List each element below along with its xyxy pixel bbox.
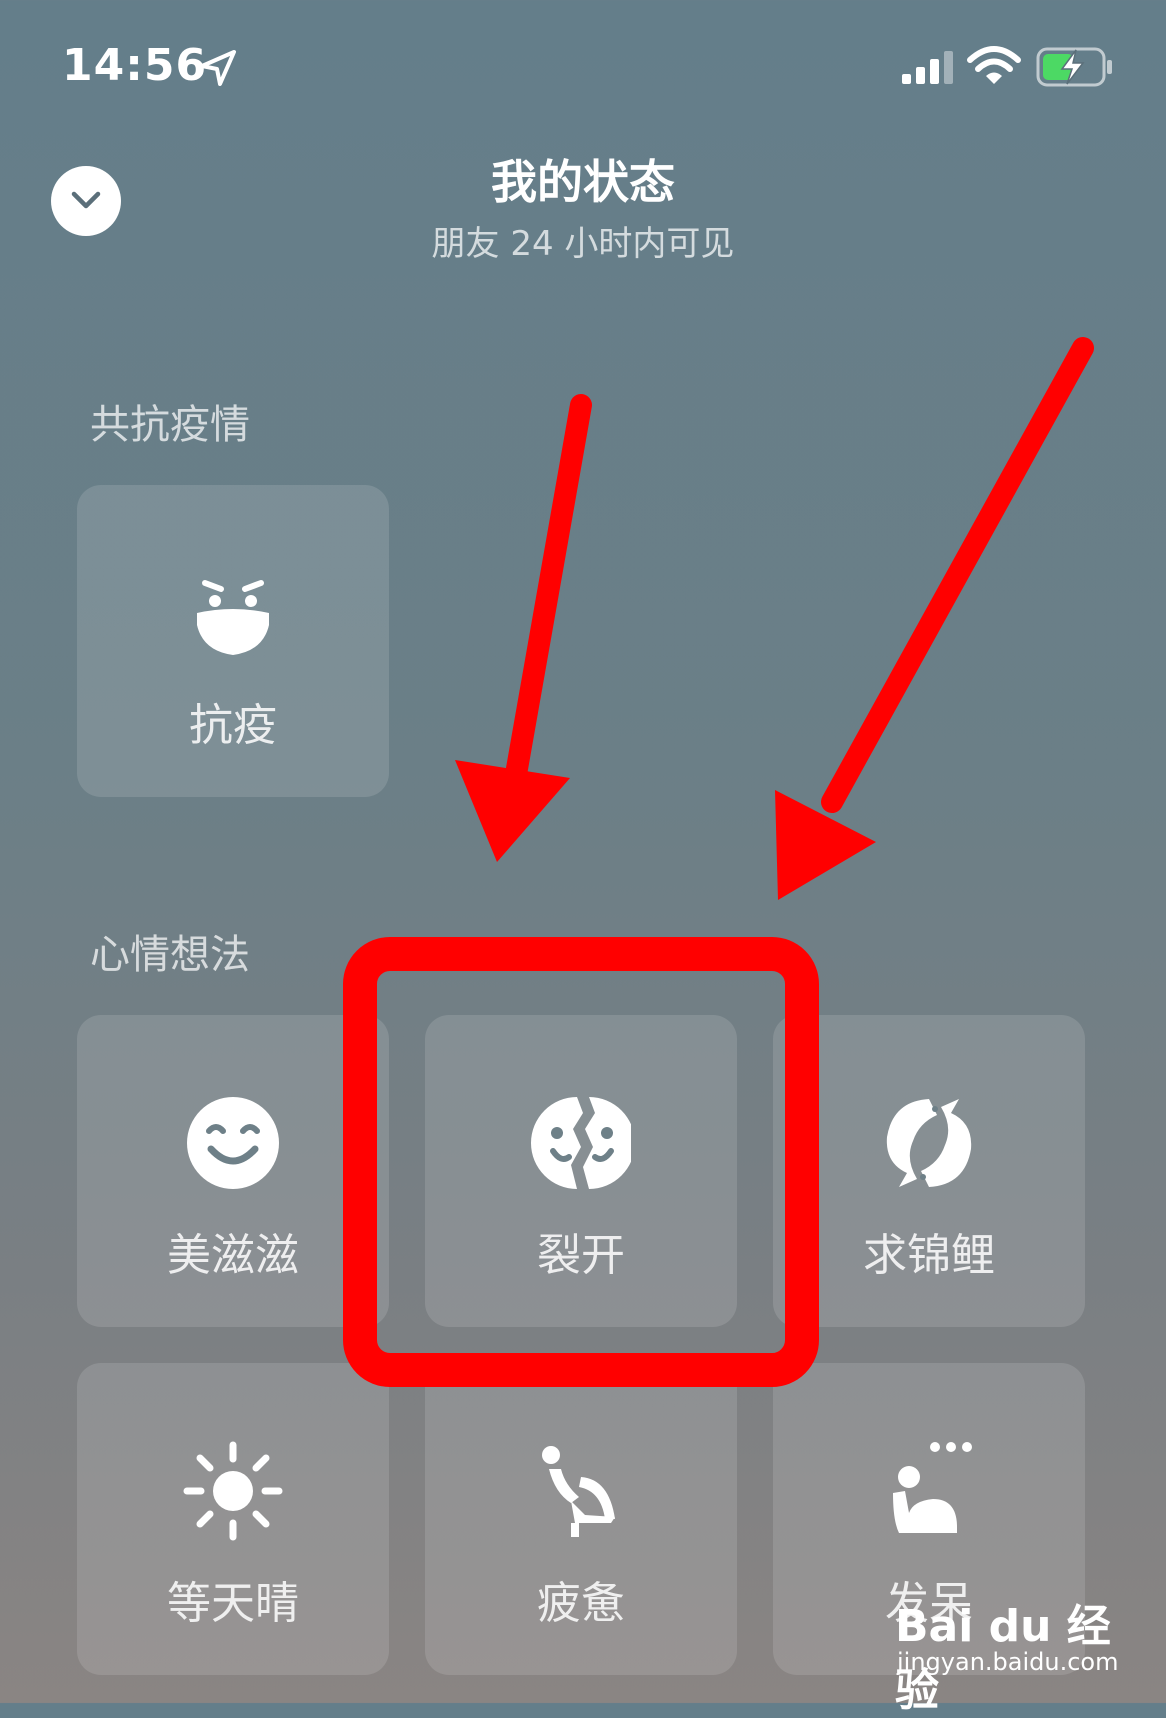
location-arrow-icon — [200, 50, 236, 86]
red-arrow — [775, 337, 1094, 900]
status-time: 14:56 — [62, 40, 208, 91]
daydreaming-person-icon — [893, 1442, 972, 1533]
status-tile-label: 抗疫 — [189, 700, 277, 751]
watermark-url: jingyan.baidu.com — [897, 1648, 1119, 1676]
page-title: 我的状态 — [491, 155, 675, 209]
status-tile-label: 求锦鲤 — [863, 1230, 995, 1281]
red-arrow — [455, 394, 592, 862]
status-tile-label: 疲惫 — [537, 1578, 625, 1629]
status-tile-koi[interactable]: 求锦鲤 — [773, 1015, 1085, 1327]
page-subtitle: 朋友 24 小时内可见 — [431, 224, 735, 264]
status-bar: 14:56 — [0, 0, 1166, 130]
smiling-face-icon — [187, 1097, 279, 1189]
cellular-signal-icon — [902, 51, 953, 84]
sun-icon — [183, 1441, 283, 1541]
section-label-fight-epidemic: 共抗疫情 — [90, 402, 250, 448]
status-tile-tired[interactable]: 疲惫 — [425, 1363, 737, 1675]
section-label-mood: 心情想法 — [90, 932, 250, 978]
status-tile-label: 等天晴 — [167, 1578, 299, 1629]
wifi-icon — [967, 46, 1021, 84]
masked-face-icon — [197, 580, 269, 655]
status-tile-fight-epidemic[interactable]: 抗疫 — [77, 485, 389, 797]
koi-fish-icon — [886, 1099, 972, 1187]
status-tile-cracked[interactable]: 裂开 — [425, 1015, 737, 1327]
status-tile-label: 美滋滋 — [167, 1230, 299, 1281]
tired-person-icon — [542, 1446, 615, 1537]
battery-charging-icon — [1036, 47, 1112, 87]
status-tile-happy[interactable]: 美滋滋 — [77, 1015, 389, 1327]
status-tile-waiting-sunshine[interactable]: 等天晴 — [77, 1363, 389, 1675]
status-tile-label: 裂开 — [537, 1230, 625, 1281]
baidu-jingyan-watermark: Bai du 经验 jingyan.baidu.com — [895, 1590, 1135, 1716]
cracked-face-icon — [531, 1097, 631, 1189]
